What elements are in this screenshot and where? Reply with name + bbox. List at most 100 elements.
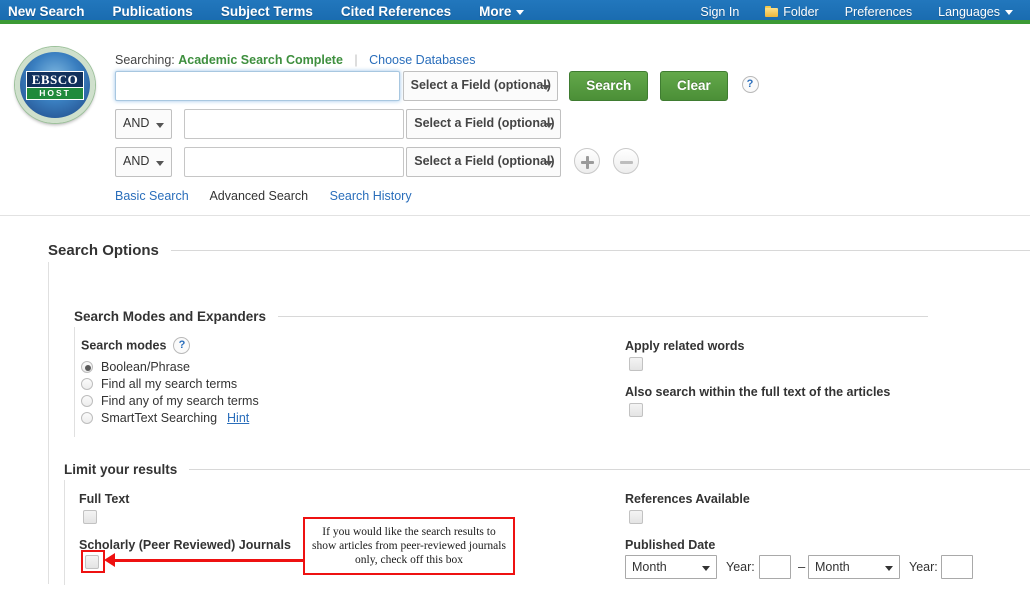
search-modes-label-row: Search modes?: [81, 337, 191, 354]
references-available-label: References Available: [625, 492, 750, 506]
nav-publications[interactable]: Publications: [99, 0, 207, 24]
top-navigation-bar: New Search Publications Subject Terms Ci…: [0, 0, 1030, 24]
annotation-callout-box: If you would like the search results to …: [303, 517, 515, 575]
minus-icon: [619, 161, 633, 164]
nav-subject-terms[interactable]: Subject Terms: [207, 0, 327, 24]
logo-plate: EBSCO HOST: [26, 70, 84, 100]
annotation-arrow-line: [112, 559, 304, 562]
nav-cited-references[interactable]: Cited References: [327, 0, 465, 24]
smarttext-hint-link[interactable]: Hint: [227, 411, 249, 425]
radio-icon-selected: [81, 361, 93, 373]
section-divider: [0, 215, 1030, 216]
nav-sign-in-label: Sign In: [700, 5, 740, 19]
searching-database-line: Searching: Academic Search Complete | Ch…: [115, 53, 475, 67]
field-select-3-label: Select a Field (optional): [414, 154, 555, 168]
field-select-1-label: Select a Field (optional): [410, 78, 551, 92]
search-options-legend: Search Options: [48, 242, 1030, 259]
basic-search-link[interactable]: Basic Search: [115, 189, 189, 203]
published-date-from-month-select[interactable]: Month: [625, 555, 717, 579]
chevron-down-icon: [885, 566, 893, 571]
boolean-operator-select-3[interactable]: AND: [115, 147, 172, 177]
limit-results-border: [64, 480, 65, 585]
published-date-from-year-input[interactable]: [759, 555, 791, 579]
radio-find-any-terms-label: Find any of my search terms: [101, 394, 259, 408]
full-text-checkbox[interactable]: [83, 510, 97, 524]
annotation-text: If you would like the search results to …: [312, 526, 506, 566]
search-mode-links: Basic Search Advanced Search Search Hist…: [115, 189, 430, 203]
nav-preferences-label: Preferences: [844, 5, 913, 19]
field-select-3[interactable]: Select a Field (optional): [406, 147, 562, 177]
chevron-down-icon: [516, 9, 525, 15]
legend-rule: [278, 316, 929, 317]
search-row-3: AND Select a Field (optional): [115, 147, 639, 177]
choose-databases-link[interactable]: Choose Databases: [369, 53, 475, 67]
references-available-checkbox[interactable]: [629, 510, 643, 524]
radio-boolean-phrase-label: Boolean/Phrase: [101, 360, 190, 374]
boolean-operator-select-2[interactable]: AND: [115, 109, 172, 139]
radio-smarttext-searching-label: SmartText Searching: [101, 411, 218, 425]
remove-row-button[interactable]: [612, 148, 639, 174]
current-database-name: Academic Search Complete: [178, 53, 343, 67]
chevron-down-icon: [702, 566, 710, 571]
chevron-down-icon: [156, 161, 164, 166]
help-icon[interactable]: ?: [173, 337, 191, 354]
published-date-to-year-input[interactable]: [941, 555, 973, 579]
nav-folder-label: Folder: [783, 5, 819, 19]
published-date-range-dash: –: [798, 559, 806, 574]
ebscohost-logo[interactable]: EBSCO HOST: [15, 47, 95, 123]
radio-find-all-terms[interactable]: Find all my search terms: [81, 377, 237, 391]
radio-icon: [81, 395, 93, 407]
search-row-1: Select a Field (optional) Search Clear ?: [115, 71, 759, 101]
logo-ebsco-text: EBSCO: [26, 70, 84, 88]
advanced-search-link[interactable]: Advanced Search: [209, 189, 308, 203]
limit-results-legend: Limit your results: [64, 462, 1030, 477]
nav-new-search-label: New Search: [8, 4, 85, 19]
nav-folder[interactable]: Folder: [752, 0, 831, 24]
published-date-from-year-label: Year:: [726, 560, 755, 574]
annotation-checkbox-highlight: [81, 550, 105, 573]
help-icon[interactable]: ?: [741, 76, 759, 93]
radio-icon: [81, 378, 93, 390]
chevron-down-icon: [545, 161, 554, 166]
nav-preferences[interactable]: Preferences: [832, 0, 925, 24]
search-history-link[interactable]: Search History: [330, 189, 412, 203]
published-date-to-month-select[interactable]: Month: [808, 555, 900, 579]
nav-languages[interactable]: Languages: [925, 0, 1026, 24]
search-modes-border: [74, 327, 75, 437]
nav-subject-terms-label: Subject Terms: [220, 4, 313, 19]
search-term-input-2[interactable]: [183, 109, 404, 139]
field-select-2[interactable]: Select a Field (optional): [406, 109, 562, 139]
primary-nav-group: New Search Publications Subject Terms Ci…: [0, 0, 538, 24]
annotation-arrow-head: [104, 553, 115, 567]
folder-icon: [765, 6, 779, 17]
field-select-1[interactable]: Select a Field (optional): [402, 71, 558, 101]
published-date-label: Published Date: [625, 538, 716, 552]
chevron-down-icon: [156, 123, 164, 128]
radio-boolean-phrase[interactable]: Boolean/Phrase: [81, 360, 190, 374]
also-search-full-text-label: Also search within the full text of the …: [625, 385, 891, 399]
clear-button[interactable]: Clear: [659, 71, 728, 101]
chevron-down-icon: [1005, 10, 1013, 16]
nav-languages-label: Languages: [938, 5, 1000, 19]
nav-new-search[interactable]: New Search: [0, 0, 99, 24]
also-search-full-text-checkbox[interactable]: [629, 403, 643, 417]
search-term-input-1[interactable]: [115, 71, 400, 101]
search-term-input-3[interactable]: [183, 147, 404, 177]
chevron-down-icon: [545, 123, 554, 128]
apply-related-words-label: Apply related words: [625, 339, 745, 353]
search-button[interactable]: Search: [569, 71, 649, 101]
divider: |: [354, 53, 358, 67]
search-row-2: AND Select a Field (optional): [115, 109, 562, 139]
logo-host-text: HOST: [26, 87, 84, 100]
radio-smarttext-searching[interactable]: SmartText Searching Hint: [81, 411, 249, 425]
add-row-button[interactable]: [573, 148, 600, 174]
search-modes-title: Search Modes and Expanders: [74, 309, 267, 324]
searching-prefix-label: Searching:: [115, 53, 175, 67]
apply-related-words-checkbox[interactable]: [629, 357, 643, 371]
field-select-2-label: Select a Field (optional): [414, 116, 555, 130]
nav-sign-in[interactable]: Sign In: [687, 0, 752, 24]
boolean-operator-select-3-label: AND: [123, 154, 150, 168]
nav-more[interactable]: More: [465, 0, 538, 24]
radio-find-any-terms[interactable]: Find any of my search terms: [81, 394, 259, 408]
search-modes-legend: Search Modes and Expanders: [74, 309, 929, 324]
